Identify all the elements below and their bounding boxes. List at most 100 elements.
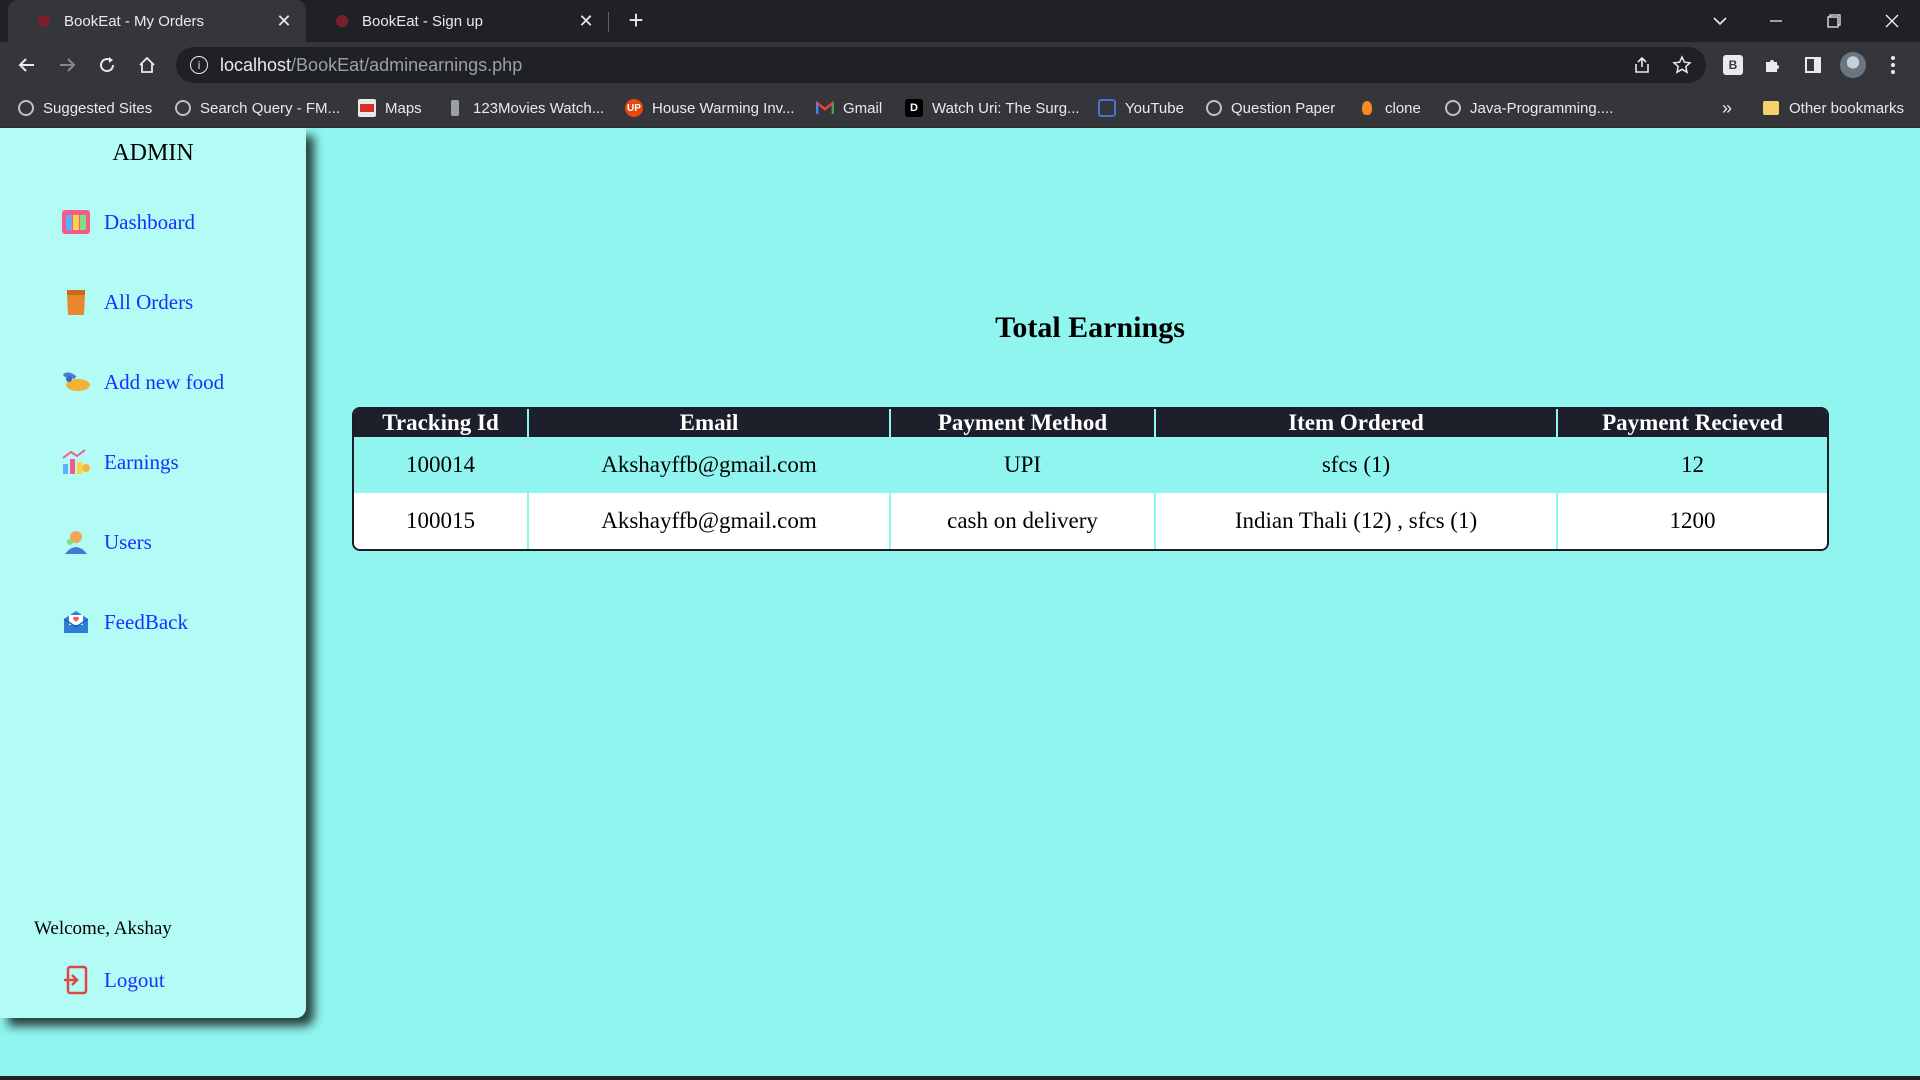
- forward-button[interactable]: [52, 50, 82, 80]
- new-tab-button[interactable]: +: [624, 7, 648, 33]
- bookmark-clone[interactable]: clone: [1358, 96, 1421, 120]
- sidebar-item-label: Earnings: [104, 449, 179, 474]
- page-content: ADMIN Dashboard All Orders Add new food …: [0, 128, 1920, 1078]
- tab-search-chevron-icon[interactable]: [1692, 0, 1748, 42]
- bookmark-label: Suggested Sites: [43, 99, 153, 117]
- tab-my-orders[interactable]: BookEat - My Orders ✕: [8, 0, 306, 42]
- feedback-icon: [60, 606, 92, 638]
- reload-button[interactable]: [92, 50, 122, 80]
- sidebar-item-add-new-food[interactable]: Add new food: [60, 364, 224, 400]
- d-icon: D: [905, 99, 923, 117]
- welcome-text: Welcome, Akshay: [34, 918, 172, 939]
- site-favicon-icon: [36, 13, 52, 29]
- sidebar-item-feedback[interactable]: FeedBack: [60, 604, 188, 640]
- back-button[interactable]: [12, 50, 42, 80]
- site-favicon-icon: [334, 13, 350, 29]
- globe-icon: [1206, 100, 1222, 116]
- column-header-payment-method: Payment Method: [889, 409, 1155, 437]
- sidebar-item-label: Dashboard: [104, 209, 195, 234]
- bookmark-star-icon[interactable]: [1670, 53, 1694, 77]
- item-ordered-cell: sfcs (1): [1154, 437, 1557, 493]
- tab-title: BookEat - My Orders: [64, 12, 205, 30]
- tracking-id-cell: 100014: [354, 437, 528, 493]
- home-button[interactable]: [132, 50, 162, 80]
- close-window-button[interactable]: [1864, 0, 1920, 42]
- page-title: Total Earnings: [995, 311, 1185, 344]
- restore-button[interactable]: [1806, 0, 1862, 42]
- close-tab-icon[interactable]: ✕: [274, 11, 294, 31]
- url-text: localhost/BookEat/adminearnings.php: [220, 55, 522, 76]
- earnings-icon: [60, 446, 92, 478]
- maps-icon: [358, 99, 376, 117]
- bookmark-label: Question Paper: [1231, 99, 1336, 117]
- bookmark-maps[interactable]: Maps: [358, 96, 422, 120]
- other-bookmarks[interactable]: Other bookmarks: [1762, 96, 1904, 120]
- bookmark-search-query[interactable]: Search Query - FM...: [175, 96, 340, 120]
- movie-icon: [446, 99, 464, 117]
- logout-icon: [60, 964, 92, 996]
- bookmark-question-paper[interactable]: Question Paper: [1206, 96, 1335, 120]
- bookmark-gmail[interactable]: Gmail: [816, 96, 882, 120]
- food-icon: [60, 366, 92, 398]
- column-header-tracking-id: Tracking Id: [354, 409, 528, 437]
- globe-icon: [175, 100, 191, 116]
- tab-title: BookEat - Sign up: [362, 12, 483, 30]
- globe-icon: [1445, 100, 1461, 116]
- logout-button[interactable]: Logout: [60, 962, 165, 998]
- dashboard-icon: [60, 206, 92, 238]
- bookmark-label: Java-Programming....: [1470, 99, 1614, 117]
- tab-sign-up[interactable]: BookEat - Sign up ✕: [306, 0, 608, 42]
- bookmark-youtube[interactable]: YouTube: [1098, 96, 1184, 120]
- payment-received-cell: 1200: [1556, 493, 1827, 549]
- bookmark-house-warming[interactable]: UP House Warming Inv...: [625, 96, 795, 120]
- users-icon: [60, 526, 92, 558]
- item-ordered-cell: Indian Thali (12) , sfcs (1): [1154, 493, 1557, 549]
- extension-b-icon[interactable]: B: [1720, 52, 1746, 78]
- email-cell: Akshayffb@gmail.com: [527, 493, 890, 549]
- bookmarks-bar: Suggested Sites Search Query - FM... Map…: [0, 88, 1920, 128]
- bookmark-watch-uri[interactable]: D Watch Uri: The Surg...: [905, 96, 1080, 120]
- sidebar-item-dashboard[interactable]: Dashboard: [60, 204, 195, 240]
- email-cell: Akshayffb@gmail.com: [527, 437, 890, 493]
- close-tab-icon[interactable]: ✕: [576, 11, 596, 31]
- bookmark-label: 123Movies Watch...: [473, 99, 605, 117]
- table-row: 100015 Akshayffb@gmail.com cash on deliv…: [354, 493, 1827, 549]
- payment-method-cell: UPI: [889, 437, 1155, 493]
- bookmark-label: House Warming Inv...: [652, 99, 795, 117]
- column-header-item-ordered: Item Ordered: [1154, 409, 1557, 437]
- extension-b-label: B: [1723, 55, 1743, 75]
- bookmark-java-programming[interactable]: Java-Programming....: [1445, 96, 1613, 120]
- column-header-email: Email: [527, 409, 890, 437]
- column-header-payment-received: Payment Recieved: [1556, 409, 1827, 437]
- url-host: localhost: [220, 54, 292, 75]
- profile-avatar[interactable]: [1840, 52, 1866, 78]
- sidebar-item-label: Users: [104, 529, 152, 554]
- tab-strip: BookEat - My Orders ✕ BookEat - Sign up …: [0, 0, 1920, 42]
- bookmark-123movies[interactable]: 123Movies Watch...: [446, 96, 604, 120]
- browser-toolbar: i localhost/BookEat/adminearnings.php B: [0, 42, 1920, 88]
- table-row: 100014 Akshayffb@gmail.com UPI sfcs (1) …: [354, 437, 1827, 493]
- url-path: /BookEat/adminearnings.php: [291, 54, 523, 75]
- sidebar-item-label: FeedBack: [104, 609, 188, 634]
- minimize-button[interactable]: [1748, 0, 1804, 42]
- sidebar-item-label: Add new food: [104, 369, 225, 394]
- sidebar-item-users[interactable]: Users: [60, 524, 152, 560]
- address-bar[interactable]: i localhost/BookEat/adminearnings.php: [176, 47, 1706, 83]
- more-bookmarks-button[interactable]: »: [1722, 96, 1732, 120]
- folder-icon: [1762, 99, 1780, 117]
- site-info-icon[interactable]: i: [190, 56, 208, 74]
- menu-kebab-icon[interactable]: [1880, 52, 1906, 78]
- extensions-puzzle-icon[interactable]: [1760, 52, 1786, 78]
- bookmark-label: Gmail: [843, 99, 883, 117]
- bookmark-label: Watch Uri: The Surg...: [932, 99, 1080, 117]
- sidebar-item-earnings[interactable]: Earnings: [60, 444, 179, 480]
- globe-icon: [18, 100, 34, 116]
- table-header-row: Tracking Id Email Payment Method Item Or…: [354, 409, 1827, 437]
- bookmark-label: Other bookmarks: [1789, 99, 1905, 117]
- bookmark-label: Maps: [385, 99, 422, 117]
- tracking-id-cell: 100015: [354, 493, 528, 549]
- side-panel-icon[interactable]: [1800, 52, 1826, 78]
- bookmark-suggested-sites[interactable]: Suggested Sites: [18, 96, 152, 120]
- share-icon[interactable]: [1630, 53, 1654, 77]
- admin-sidebar: ADMIN Dashboard All Orders Add new food …: [0, 128, 306, 1018]
